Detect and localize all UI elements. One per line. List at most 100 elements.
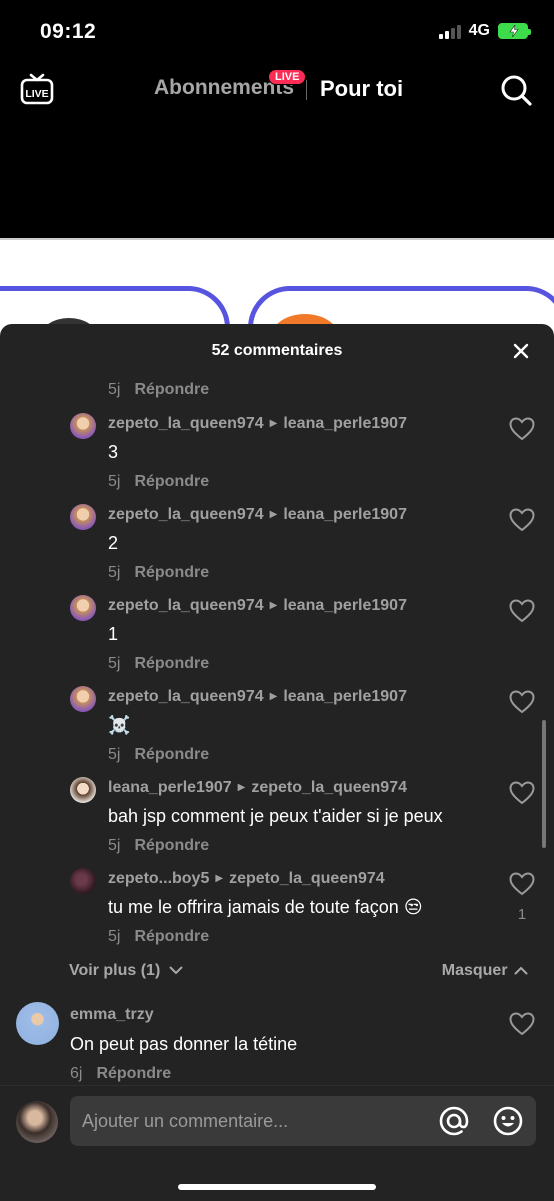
author-name[interactable]: emma_trzy [70, 1006, 154, 1024]
author-name[interactable]: zepeto_la_queen974 [108, 597, 264, 614]
home-indicator[interactable] [178, 1184, 376, 1190]
tab-for-you[interactable]: Pour toi [320, 76, 403, 102]
reply-button[interactable]: Répondre [134, 837, 209, 854]
user-avatar[interactable] [16, 1101, 58, 1143]
scrollbar[interactable] [542, 720, 546, 848]
reply-age: 5j [108, 837, 121, 854]
reply-arrow-icon: ▶ [269, 600, 278, 611]
reply-meta: 5j Répondre [108, 746, 209, 764]
reply-button[interactable]: Répondre [134, 655, 209, 672]
top-navigation: LIVE Abonnements LIVE Pour toi [0, 62, 554, 118]
comments-sheet: 52 commentaires 5j Répondre zepeto_la_que… [0, 324, 554, 1200]
comment-text: 3 [108, 442, 119, 462]
network-type: 4G [468, 22, 490, 39]
reply-to-name[interactable]: zepeto_la_queen974 [251, 779, 407, 796]
comment-text: 2 [108, 533, 119, 553]
reply-authors: zepeto_la_queen974 ▶ leana_perle1907 [108, 597, 407, 615]
chevron-down-icon [169, 966, 183, 975]
reply-arrow-icon: ▶ [269, 691, 278, 702]
reply-to-name[interactable]: zepeto_la_queen974 [229, 870, 385, 887]
chevron-up-icon [514, 966, 528, 975]
reply-authors: zepeto_la_queen974 ▶ leana_perle1907 [108, 415, 407, 433]
tab-divider [306, 80, 307, 100]
live-icon-label: LIVE [25, 88, 48, 100]
comment-text: ☠️ [108, 715, 131, 735]
comment-text: bah jsp comment je peux t'aider si je pe… [108, 806, 443, 826]
author-name[interactable]: zepeto_la_queen974 [108, 415, 264, 432]
author-name[interactable]: zepeto...boy5 [108, 870, 209, 887]
reply-age: 5j [108, 381, 121, 398]
comments-list[interactable]: 5j Répondre zepeto_la_queen974 ▶ leana_perl… [0, 374, 554, 1086]
avatar[interactable] [70, 777, 96, 803]
heart-icon[interactable] [509, 872, 535, 896]
avatar[interactable] [70, 868, 96, 894]
heart-icon[interactable] [509, 599, 535, 623]
comment-text: 1 [108, 624, 119, 644]
reply-button[interactable]: Répondre [134, 473, 209, 490]
heart-icon[interactable] [509, 417, 535, 441]
reply-meta: 5j Répondre [108, 655, 209, 673]
avatar[interactable] [70, 686, 96, 712]
signal-icon [438, 23, 461, 39]
see-more-label: Voir plus (1) [69, 962, 161, 979]
reply-to-name[interactable]: leana_perle1907 [283, 688, 407, 705]
author-name[interactable]: zepeto_la_queen974 [108, 506, 264, 523]
comment-age: 6j [70, 1065, 83, 1082]
avatar[interactable] [16, 1002, 59, 1045]
battery-charging-icon [498, 23, 531, 39]
reply-button[interactable]: Répondre [134, 381, 209, 398]
reply-meta: 5j Répondre [108, 928, 209, 946]
reply-to-name[interactable]: leana_perle1907 [283, 415, 407, 432]
heart-icon[interactable] [509, 1012, 535, 1036]
heart-icon[interactable] [509, 690, 535, 714]
reply-meta: 5j Répondre [108, 381, 209, 399]
live-badge: LIVE [268, 69, 307, 85]
avatar[interactable] [70, 504, 96, 530]
emoji-icon[interactable] [492, 1105, 524, 1137]
reply-age: 5j [108, 564, 121, 581]
reply-item: leana_perle1907 ▶ zepeto_la_queen974 bah j… [0, 775, 554, 866]
reply-age: 5j [108, 928, 121, 945]
status-time: 09:12 [40, 20, 97, 43]
reply-arrow-icon: ▶ [215, 873, 224, 884]
mention-at-icon[interactable] [438, 1105, 470, 1137]
like-count: 1 [517, 906, 527, 923]
search-icon[interactable] [500, 74, 532, 106]
reply-button[interactable]: Répondre [96, 1065, 171, 1082]
comment-item: emma_trzy On peut pas donner la tétine 6… [0, 1000, 554, 1086]
comment-text: On peut pas donner la tétine [70, 1034, 298, 1054]
close-icon[interactable] [510, 340, 532, 362]
comment-input[interactable]: Ajouter un commentaire... [70, 1096, 536, 1146]
status-bar: 09:12 4G [0, 0, 554, 62]
reply-item: zepeto_la_queen974 ▶ leana_perle1907 1 5j R… [0, 593, 554, 684]
live-tv-icon[interactable]: LIVE [20, 72, 54, 106]
reply-age: 5j [108, 655, 121, 672]
reply-button[interactable]: Répondre [134, 928, 209, 945]
heart-icon[interactable] [509, 781, 535, 805]
reply-button[interactable]: Répondre [134, 746, 209, 763]
see-more-replies-button[interactable]: Voir plus (1) [69, 962, 183, 980]
reply-authors: zepeto_la_queen974 ▶ leana_perle1907 [108, 506, 407, 524]
reply-authors: leana_perle1907 ▶ zepeto_la_queen974 [108, 779, 407, 797]
reply-item: zepeto_la_queen974 ▶ leana_perle1907 3 5j R… [0, 411, 554, 502]
avatar[interactable] [70, 595, 96, 621]
reply-arrow-icon: ▶ [269, 509, 278, 520]
reply-to-name[interactable]: leana_perle1907 [283, 506, 407, 523]
hide-replies-button[interactable]: Masquer [442, 962, 528, 980]
hide-label: Masquer [441, 962, 508, 979]
reply-item: zepeto_la_queen974 ▶ leana_perle1907 ☠️ 5j… [0, 684, 554, 775]
comment-text: tu me le offrira jamais de toute façon 😒 [108, 897, 423, 917]
reply-age: 5j [108, 746, 121, 763]
heart-icon[interactable] [509, 508, 535, 532]
reply-to-name[interactable]: leana_perle1907 [283, 597, 407, 614]
author-name[interactable]: leana_perle1907 [108, 779, 232, 796]
author-name[interactable]: zepeto_la_queen974 [108, 688, 264, 705]
avatar[interactable] [70, 413, 96, 439]
reply-authors: zepeto_la_queen974 ▶ leana_perle1907 [108, 688, 407, 706]
reply-arrow-icon: ▶ [269, 418, 278, 429]
reply-arrow-icon: ▶ [237, 782, 246, 793]
comment-meta: 6j Répondre [70, 1065, 171, 1083]
reply-button[interactable]: Répondre [134, 564, 209, 581]
status-indicators: 4G [438, 22, 531, 40]
reply-meta: 5j Répondre [108, 837, 209, 855]
